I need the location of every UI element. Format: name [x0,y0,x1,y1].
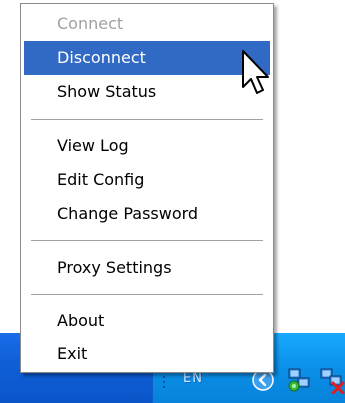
network-disconnected-icon[interactable] [318,366,345,394]
menu-item-proxy-settings[interactable]: Proxy Settings [24,251,270,285]
menu-separator [31,119,263,121]
mouse-pointer-icon [242,50,269,94]
screen: EN Connect Disconnect Show Status View L… [0,0,345,403]
menu-item-connect: Connect [57,14,124,33]
menu-item-show-status[interactable]: Show Status [24,75,270,109]
menu-separator [31,294,263,296]
network-connected-icon[interactable] [286,366,314,394]
language-indicator[interactable]: EN [183,371,203,386]
menu-item-disconnect[interactable]: Disconnect [24,41,270,75]
menu-item-exit[interactable]: Exit [24,337,270,371]
menu-item-change-password[interactable]: Change Password [24,197,270,231]
menu-item-edit-config[interactable]: Edit Config [24,163,270,197]
menu-item-about[interactable]: About [24,304,270,338]
tray-grip-icon [163,376,165,388]
menu-separator [31,240,263,242]
tray-context-menu: Connect Disconnect Show Status View Log … [20,3,274,373]
menu-item-view-log[interactable]: View Log [24,129,270,163]
